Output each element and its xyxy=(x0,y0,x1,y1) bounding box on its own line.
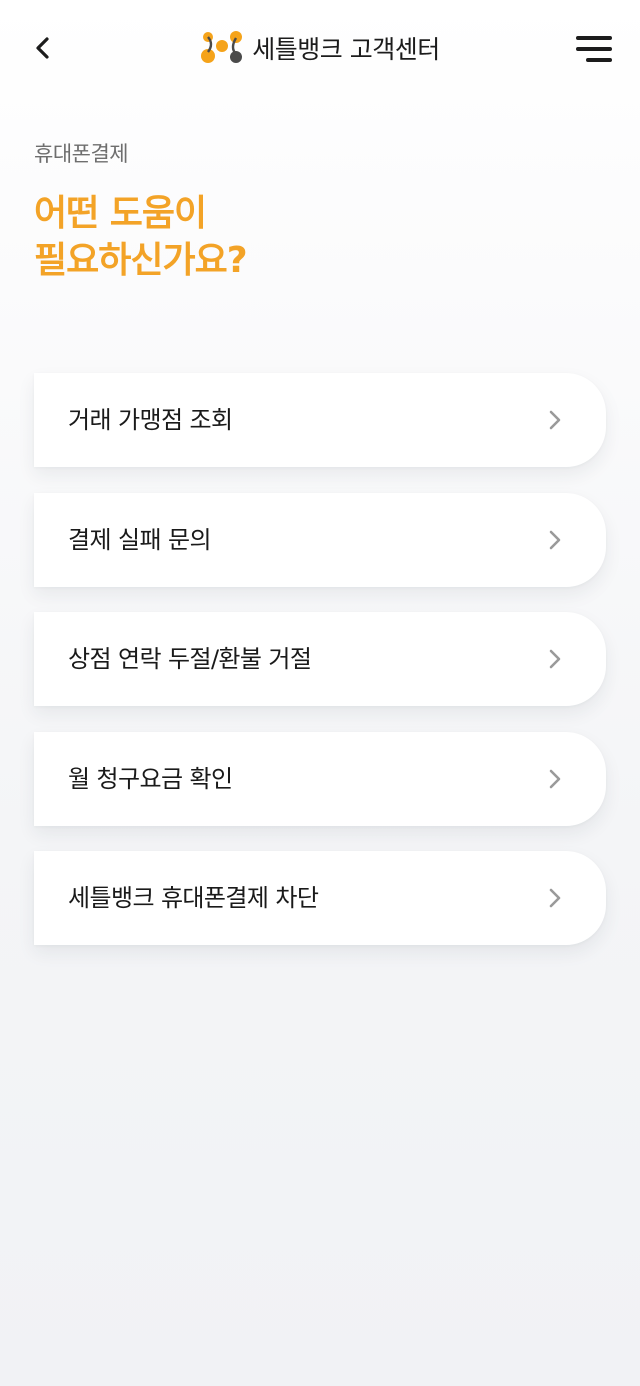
headline: 어떤 도움이 필요하신가요? xyxy=(34,190,594,284)
hamburger-menu-button[interactable] xyxy=(574,34,612,64)
help-menu-list: 거래 가맹점 조회 결제 실패 문의 상점 연락 두절/환불 거절 월 청구요금… xyxy=(34,373,606,971)
headline-line-2: 필요하신가요? xyxy=(34,240,248,281)
menu-item-block-payment[interactable]: 세틀뱅크 휴대폰결제 차단 xyxy=(34,851,606,945)
menu-item-label: 월 청구요금 확인 xyxy=(68,764,233,793)
menu-item-label: 세틀뱅크 휴대폰결제 차단 xyxy=(68,884,319,912)
chevron-right-icon xyxy=(549,888,561,908)
app-header: 세틀뱅크 고객센터 xyxy=(0,0,640,96)
menu-item-label: 거래 가맹점 조회 xyxy=(68,406,233,434)
brand: 세틀뱅크 고객센터 xyxy=(0,28,640,68)
chevron-right-icon xyxy=(549,530,561,549)
menu-item-payment-failure[interactable]: 결제 실패 문의 xyxy=(34,492,606,587)
headline-line-1: 어떤 도움이 xyxy=(34,193,207,234)
settlebank-logo-icon xyxy=(201,31,243,63)
page-title: 세틀뱅크 고객센터 xyxy=(252,35,440,64)
menu-item-merchant-lookup[interactable]: 거래 가맹점 조회 xyxy=(34,373,606,467)
chevron-right-icon xyxy=(549,769,561,788)
menu-item-merchant-unreachable[interactable]: 상점 연락 두절/환불 거절 xyxy=(34,612,606,706)
menu-item-label: 결제 실패 문의 xyxy=(68,525,212,554)
breadcrumb: 휴대폰결제 xyxy=(34,142,129,166)
chevron-right-icon xyxy=(549,649,561,669)
chevron-right-icon xyxy=(549,410,561,430)
menu-item-monthly-charges[interactable]: 월 청구요금 확인 xyxy=(34,731,606,826)
menu-item-label: 상점 연락 두절/환불 거절 xyxy=(68,645,312,673)
